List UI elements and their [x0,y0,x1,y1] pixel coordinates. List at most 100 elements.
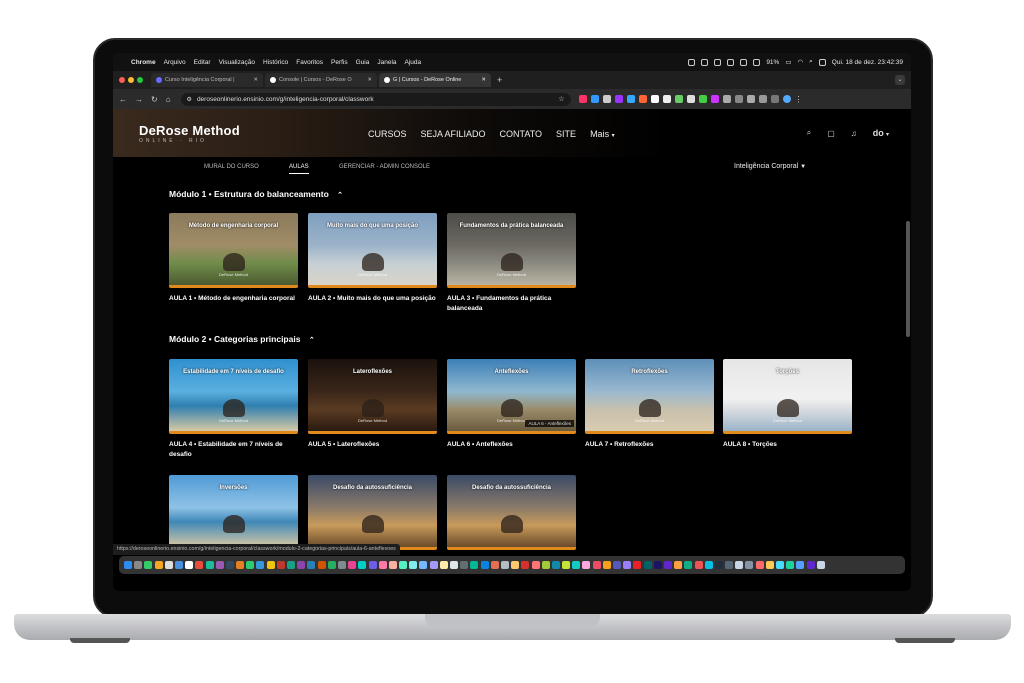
dock-app-icon[interactable] [592,561,601,569]
menu-ajuda[interactable]: Ajuda [405,59,422,66]
lesson-caption[interactable]: AULA 6 • Anteflexões [447,440,576,450]
dock-app-icon[interactable] [368,561,377,569]
lesson-card[interactable]: Torções DeRose Method AULA 8 • Torções [723,359,852,450]
lesson-thumbnail[interactable]: Retroflexões DeRose Method [585,359,714,434]
nav-mais[interactable]: Mais ▾ [590,129,615,139]
dock-app-icon[interactable] [725,561,734,569]
back-icon[interactable]: ← [119,95,127,104]
status-icon[interactable] [714,58,722,66]
dock-app-icon[interactable] [663,561,672,569]
extension-icon[interactable] [722,94,731,103]
dock-app-icon[interactable] [378,561,387,569]
dock-app-icon[interactable] [195,561,204,569]
close-window-button[interactable] [119,77,125,83]
dock-app-icon[interactable] [551,561,560,569]
dock-app-icon[interactable] [684,561,693,569]
dock-app-icon[interactable] [745,561,754,569]
lesson-card[interactable]: Anteflexões DeRose Method AULA 6 - Antef… [447,359,576,450]
forward-icon[interactable]: → [135,95,143,104]
status-icon[interactable] [688,58,696,66]
dock-app-icon[interactable] [266,561,275,569]
dock-app-icon[interactable] [735,561,744,569]
nav-site[interactable]: SITE [556,129,576,139]
browser-menu-icon[interactable]: ⋮ [795,95,803,104]
extension-icon[interactable] [674,94,683,103]
reload-icon[interactable]: ↻ [151,95,158,104]
nav-cursos[interactable]: CURSOS [368,129,407,139]
cart-icon[interactable]: ▢ [827,129,835,138]
dock-app-icon[interactable] [399,561,408,569]
lesson-thumbnail[interactable]: Desafio da autossuficiência [447,475,576,550]
tab-search-icon[interactable]: ⌄ [895,75,905,85]
lesson-caption[interactable]: AULA 5 • Lateroflexões [308,440,437,450]
dock-app-icon[interactable] [490,561,499,569]
menu-guia[interactable]: Guia [356,59,370,66]
dock-app-icon[interactable] [256,561,265,569]
dock-app-icon[interactable] [796,561,805,569]
close-tab-icon[interactable]: ✕ [363,77,372,83]
dock-app-icon[interactable] [755,561,764,569]
lesson-thumbnail[interactable]: Desafio da autossuficiência [308,475,437,550]
menu-arquivo[interactable]: Arquivo [164,59,186,66]
lesson-card[interactable]: Desafio da autossuficiência [447,475,576,550]
lesson-card[interactable]: Lateroflexões DeRose Method AULA 5 • Lat… [308,359,437,450]
dock-app-icon[interactable] [124,561,132,569]
profile-avatar-icon[interactable] [782,94,791,103]
menu-visualizacao[interactable]: Visualização [219,59,255,66]
extension-icon[interactable] [590,94,599,103]
dock-app-icon[interactable] [358,561,367,569]
dock-app-icon[interactable] [215,561,224,569]
lesson-caption[interactable]: AULA 1 • Método de engenharia corporal [169,294,298,304]
extension-icon[interactable] [662,94,671,103]
menu-janela[interactable]: Janela [377,59,396,66]
status-icon[interactable] [740,58,748,66]
lesson-caption[interactable]: AULA 2 • Muito mais do que uma posição [308,294,437,304]
dock-app-icon[interactable] [174,561,183,569]
extension-icon[interactable] [602,94,611,103]
lesson-card[interactable]: Retroflexões DeRose Method AULA 7 • Retr… [585,359,714,450]
chevron-up-icon[interactable]: ⌃ [309,337,315,344]
tab-mural-do-curso[interactable]: MURAL DO CURSO [204,164,259,170]
dock-app-icon[interactable] [419,561,428,569]
dock-app-icon[interactable] [439,561,448,569]
dock-app-icon[interactable] [541,561,550,569]
nav-contato[interactable]: CONTATO [500,129,543,139]
extension-icon[interactable] [650,94,659,103]
module-header[interactable]: Módulo 1 • Estrutura do balanceamento ⌃ [169,189,343,199]
extension-icon[interactable] [698,94,707,103]
dock-app-icon[interactable] [287,561,295,569]
browser-tab[interactable]: Console | Cursos - DeRose O ✕ [265,73,377,87]
address-url[interactable]: deroseonlinerio.ensinio.com/g/inteligenc… [197,96,374,103]
dock-app-icon[interactable] [582,561,591,569]
lesson-thumbnail[interactable]: Lateroflexões DeRose Method [308,359,437,434]
dock-app-icon[interactable] [164,561,173,569]
close-tab-icon[interactable]: ✕ [249,77,258,83]
dock-app-icon[interactable] [521,561,530,569]
dock-app-icon[interactable] [653,561,662,569]
control-center-icon[interactable] [818,58,826,66]
minimize-window-button[interactable] [128,77,134,83]
dock-app-icon[interactable] [643,561,652,569]
bell-icon[interactable]: ♫ [851,129,857,138]
dock-app-icon[interactable] [225,561,234,569]
dock-app-icon[interactable] [144,561,153,569]
lesson-card[interactable]: Muito mais do que uma posição DeRose Met… [308,213,437,304]
lesson-thumbnail[interactable]: Muito mais do que uma posição DeRose Met… [308,213,437,288]
dock-app-icon[interactable] [276,561,285,569]
dock-app-icon[interactable] [704,561,713,569]
page-scrollbar[interactable] [906,221,910,337]
lesson-thumbnail[interactable]: Torções DeRose Method [723,359,852,434]
dock-app-icon[interactable] [470,561,479,569]
browser-tab[interactable]: Curso Inteligência Corporal | ✕ [151,73,263,87]
dock-app-icon[interactable] [134,561,143,569]
course-selector[interactable]: Inteligência Corporal ▼ [734,163,806,170]
tab-aulas[interactable]: AULAS [289,164,309,174]
dock-app-icon[interactable] [337,561,346,569]
dock-app-icon[interactable] [623,561,632,569]
dock-app-icon[interactable] [765,561,774,569]
site-info-icon[interactable]: ⚙ [187,96,192,103]
menu-editar[interactable]: Editar [194,59,211,66]
lesson-card[interactable]: Desafio da autossuficiência [308,475,437,550]
chevron-up-icon[interactable]: ⌃ [337,192,343,199]
dock-app-icon[interactable] [511,561,520,569]
